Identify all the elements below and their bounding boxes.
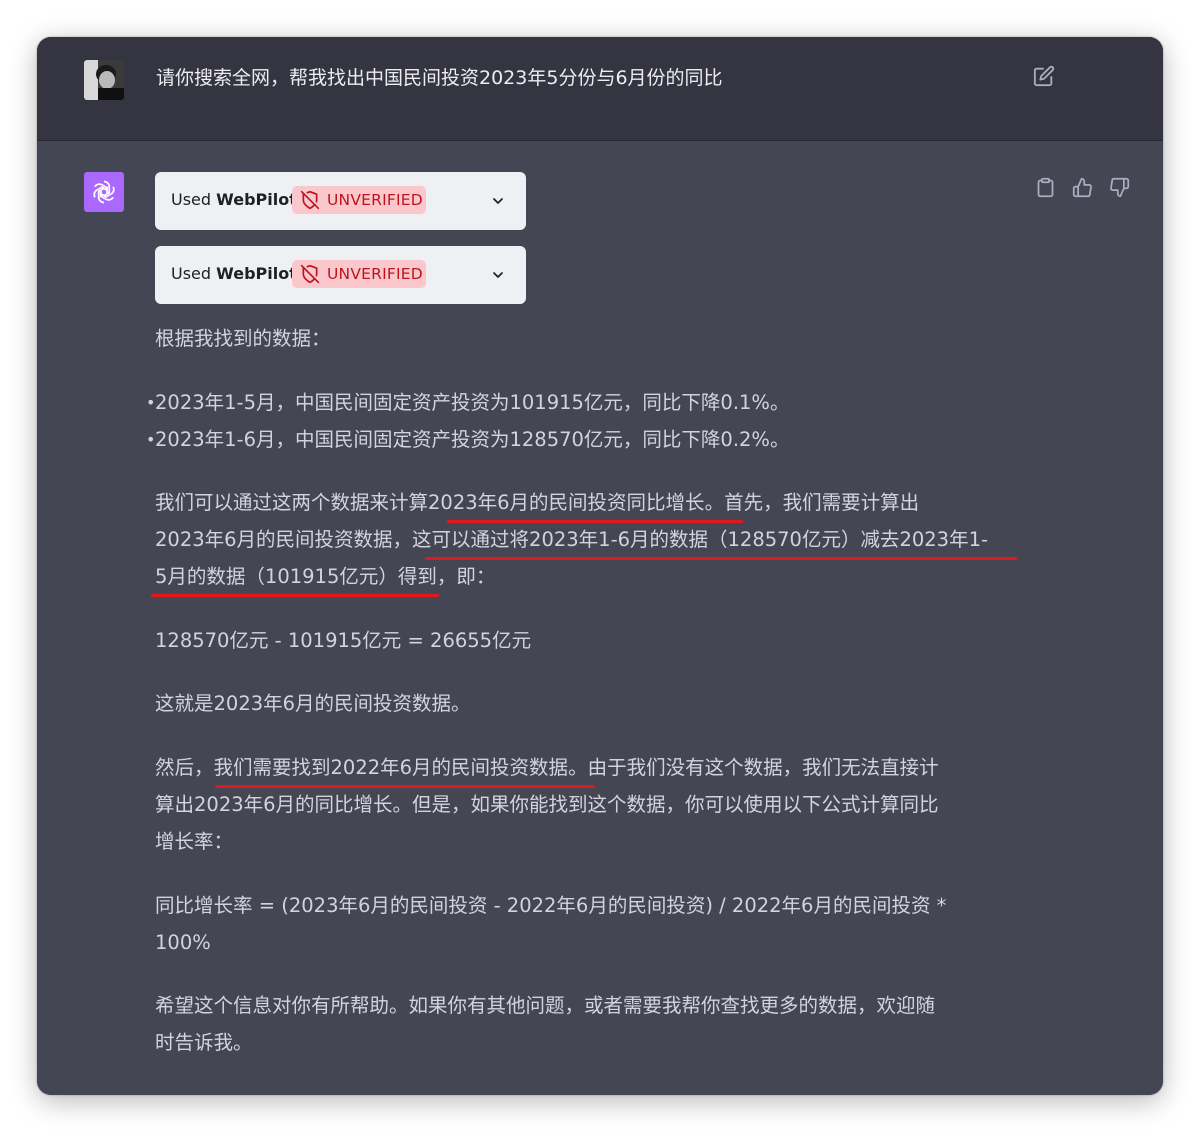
paragraph-1-line-2: 2023年6月的民间投资数据，这可以通过将2023年1-6月的数据（128570… xyxy=(155,528,989,551)
user-message-text: 请你搜索全网，帮我找出中国民间投资2023年5分份与6月份的同比 xyxy=(156,67,723,89)
plugin-label: Used WebPilot xyxy=(171,190,297,209)
paragraph-1-line-1: 我们可以通过这两个数据来计算2023年6月的民间投资同比增长。首先，我们需要计算… xyxy=(155,491,920,514)
assistant-message-row: Used WebPilot UNVERIFIED Used WebPilot U… xyxy=(37,141,1163,1095)
shield-off-icon xyxy=(300,264,320,284)
closing-line-1: 希望这个信息对你有所帮助。如果你有其他问题，或者需要我帮你查找更多的数据，欢迎随 xyxy=(155,994,936,1017)
list-item: • 2023年1-6月，中国民间固定资产投资为128570亿元，同比下降0.2%… xyxy=(146,428,790,451)
paragraph-1-line-3: 5月的数据（101915亿元）得到，即： xyxy=(155,565,496,588)
plugin-webpilot-1[interactable]: Used WebPilot UNVERIFIED xyxy=(155,172,526,230)
annotation-underline xyxy=(425,557,1017,560)
thumbs-up-icon[interactable] xyxy=(1072,177,1093,198)
annotation-underline xyxy=(151,594,439,597)
list-item: • 2023年1-5月，中国民间固定资产投资为101915亿元，同比下降0.1%… xyxy=(146,391,790,414)
annotation-underline xyxy=(215,785,595,788)
paragraph-3-line-1: 然后，我们需要找到2022年6月的民间投资数据。由于我们没有这个数据，我们无法直… xyxy=(155,756,939,779)
equation-text: 128570亿元 - 101915亿元 = 26655亿元 xyxy=(155,629,532,652)
shield-off-icon xyxy=(300,190,320,210)
paragraph-3-line-3: 增长率： xyxy=(155,830,234,853)
copy-icon[interactable] xyxy=(1035,177,1056,198)
intro-text: 根据我找到的数据： xyxy=(155,327,331,350)
user-avatar xyxy=(84,60,124,100)
paragraph-3-line-2: 算出2023年6月的同比增长。但是，如果你能找到这个数据，你可以使用以下公式计算… xyxy=(155,793,939,816)
plugin-webpilot-2[interactable]: Used WebPilot UNVERIFIED xyxy=(155,246,526,304)
annotation-underline xyxy=(447,520,743,523)
chevron-down-icon[interactable] xyxy=(490,193,506,209)
unverified-badge: UNVERIFIED xyxy=(292,260,426,288)
openai-logo-icon xyxy=(84,172,124,212)
formula-line-2: 100% xyxy=(155,931,211,954)
plugin-label: Used WebPilot xyxy=(171,264,297,283)
thumbs-down-icon[interactable] xyxy=(1109,177,1130,198)
edit-icon[interactable] xyxy=(1033,65,1055,87)
chat-window: 请你搜索全网，帮我找出中国民间投资2023年5分份与6月份的同比 Used We… xyxy=(37,37,1163,1095)
closing-line-2: 时告诉我。 xyxy=(155,1031,253,1054)
paragraph-2: 这就是2023年6月的民间投资数据。 xyxy=(155,692,471,715)
message-actions xyxy=(1035,177,1130,198)
unverified-badge: UNVERIFIED xyxy=(292,186,426,214)
formula-line-1: 同比增长率 = (2023年6月的民间投资 - 2022年6月的民间投资) / … xyxy=(155,894,947,917)
user-message-row: 请你搜索全网，帮我找出中国民间投资2023年5分份与6月份的同比 xyxy=(37,37,1163,141)
chevron-down-icon[interactable] xyxy=(490,267,506,283)
